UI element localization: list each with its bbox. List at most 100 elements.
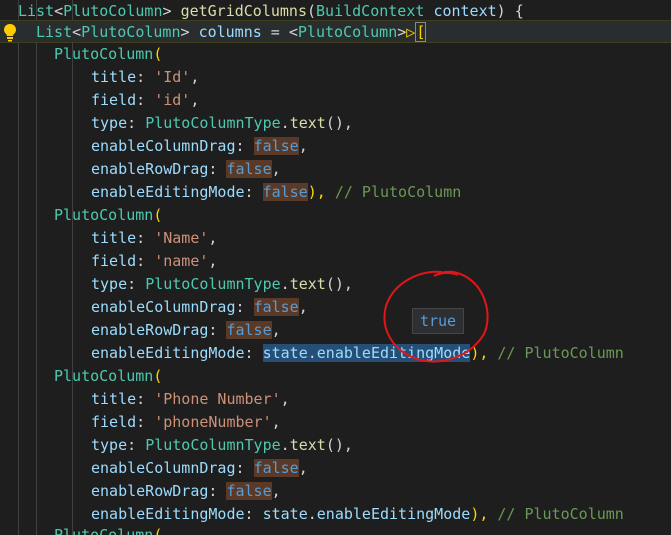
token: ),	[470, 505, 498, 523]
token: columns	[198, 23, 262, 41]
token: 'id'	[154, 91, 191, 109]
code-line[interactable]: PlutoColumn(	[0, 43, 671, 66]
token: <	[54, 2, 64, 20]
token: (	[153, 526, 163, 535]
token: enableEditingMode	[91, 505, 245, 523]
code-line[interactable]: field: 'phoneNumber',	[0, 411, 671, 434]
token: 'Id'	[154, 68, 191, 86]
token: <	[72, 23, 82, 41]
token: ,	[271, 321, 281, 339]
lightbulb-icon[interactable]	[2, 23, 18, 42]
token: title	[91, 229, 137, 247]
token: :	[244, 344, 263, 362]
code-line[interactable]: type: PlutoColumnType.text(),	[0, 434, 671, 457]
token: :	[127, 436, 146, 454]
token: ,	[271, 160, 281, 178]
code-line-current[interactable]: List<PlutoColumn> columns = <PlutoColumn…	[0, 20, 671, 43]
token: 'phoneNumber'	[154, 413, 272, 431]
token: field	[91, 91, 137, 109]
code-comment: // PlutoColumn	[497, 505, 624, 523]
token: .	[307, 344, 317, 362]
code-comment: // PlutoColumn	[334, 183, 462, 201]
token: PlutoColumn	[297, 23, 398, 41]
token: PlutoColumnType	[145, 436, 281, 454]
code-line[interactable]: type: PlutoColumnType.text(),	[0, 112, 671, 135]
code-line[interactable]: enableEditingMode: state.enableEditingMo…	[0, 342, 671, 365]
token: .	[307, 505, 317, 523]
token: )	[496, 2, 515, 20]
token: enableRowDrag	[91, 321, 209, 339]
token: ,	[271, 413, 281, 431]
token: 'name'	[154, 252, 209, 270]
code-line[interactable]: PlutoColumn(	[0, 204, 671, 227]
token: BuildContext	[316, 2, 425, 20]
token: type	[91, 114, 128, 132]
code-line[interactable]: field: 'id',	[0, 89, 671, 112]
code-line[interactable]: enableColumnDrag: false,	[0, 457, 671, 480]
token: type	[91, 436, 128, 454]
token: state	[262, 505, 308, 523]
token: ,	[190, 68, 200, 86]
fold-indicator-icon[interactable]: ▷	[406, 23, 415, 41]
code-line[interactable]: title: 'Id',	[0, 66, 671, 89]
code-line[interactable]: enableRowDrag: false,	[0, 319, 671, 342]
token: title	[91, 390, 137, 408]
token: enableEditingMode	[91, 183, 245, 201]
token: :	[136, 252, 155, 270]
token: false	[253, 137, 299, 155]
code-line[interactable]: enableColumnDrag: false,	[0, 296, 671, 319]
token: :	[244, 183, 263, 201]
token: ),	[307, 183, 335, 201]
token: :	[208, 321, 227, 339]
token: :	[208, 482, 227, 500]
token: .	[280, 275, 290, 293]
token: false	[253, 298, 299, 316]
token: enableRowDrag	[91, 160, 209, 178]
token: field	[91, 252, 137, 270]
token: PlutoColumn	[81, 23, 181, 41]
token: :	[127, 275, 146, 293]
token: enableColumnDrag	[91, 137, 236, 155]
code-line[interactable]: enableRowDrag: false,	[0, 158, 671, 181]
token: (	[153, 206, 163, 224]
token: PlutoColumn	[54, 367, 154, 385]
red-circle-annotation-icon	[383, 270, 489, 363]
code-line[interactable]: enableEditingMode: false), // PlutoColum…	[0, 181, 671, 204]
token: (),	[325, 114, 353, 132]
token: PlutoColumnType	[145, 275, 281, 293]
token: field	[91, 413, 137, 431]
code-line[interactable]: field: 'name',	[0, 250, 671, 273]
token: (	[153, 367, 163, 385]
token: ,	[280, 390, 290, 408]
token: enableColumnDrag	[91, 459, 236, 477]
token: List	[36, 23, 73, 41]
token: :	[235, 137, 254, 155]
token: :	[136, 91, 155, 109]
token: false	[226, 482, 272, 500]
token: text	[289, 436, 326, 454]
token: ,	[271, 482, 281, 500]
token: state	[262, 344, 308, 362]
token: >	[180, 23, 199, 41]
token: false	[226, 160, 272, 178]
code-line[interactable]: enableEditingMode: state.enableEditingMo…	[0, 503, 671, 526]
code-line[interactable]: title: 'Phone Number',	[0, 388, 671, 411]
token: (),	[325, 275, 353, 293]
code-line[interactable]: PlutoColumn(	[0, 365, 671, 388]
code-editor[interactable]: List<PlutoColumn> getGridColumns(BuildCo…	[0, 0, 671, 535]
code-line[interactable]: type: PlutoColumnType.text(),	[0, 273, 671, 296]
token: :	[136, 229, 155, 247]
token: :	[136, 390, 155, 408]
code-line[interactable]: enableColumnDrag: false,	[0, 135, 671, 158]
token: ,	[208, 252, 218, 270]
code-line[interactable]: enableRowDrag: false,	[0, 480, 671, 503]
token: :	[235, 459, 254, 477]
token: ,	[208, 229, 218, 247]
code-line[interactable]: PlutoColumn(	[0, 524, 671, 535]
token: PlutoColumn	[63, 2, 163, 20]
token: PlutoColumn	[54, 526, 154, 535]
token: ,	[190, 91, 200, 109]
token: 'Name'	[154, 229, 209, 247]
token: text	[289, 275, 326, 293]
code-line[interactable]: title: 'Name',	[0, 227, 671, 250]
